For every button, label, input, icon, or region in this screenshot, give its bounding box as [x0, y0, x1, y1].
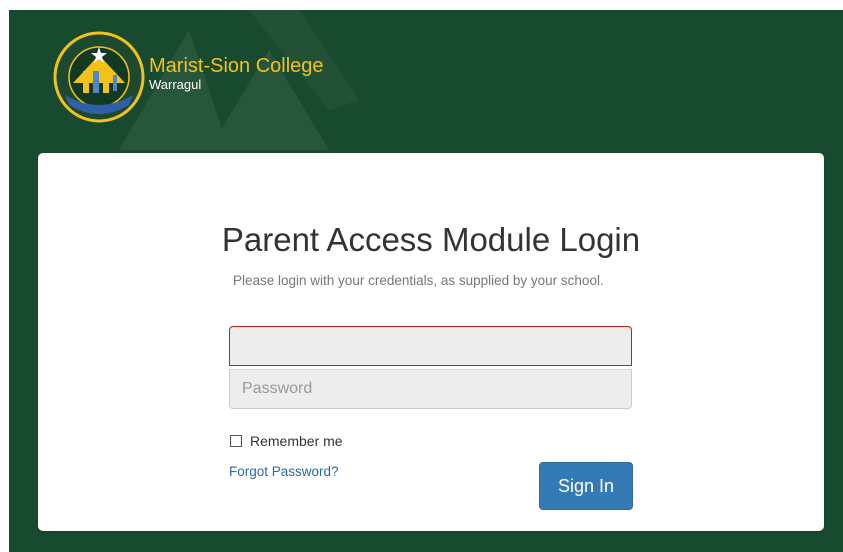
college-name: Marist-Sion College — [149, 55, 324, 77]
college-location: Warragul — [149, 77, 202, 92]
login-instructions: Please login with your credentials, as s… — [233, 273, 604, 288]
username-input[interactable] — [229, 326, 632, 366]
remember-me-option[interactable]: Remember me — [230, 433, 343, 449]
site-header: Marist-Sion College Warragul — [53, 22, 324, 132]
remember-me-label: Remember me — [250, 433, 343, 449]
college-crest-logo — [53, 31, 145, 123]
forgot-password-link[interactable]: Forgot Password? — [229, 464, 339, 479]
brand-text: Marist-Sion College Warragul — [149, 55, 324, 93]
login-card: Parent Access Module Login Please login … — [38, 153, 824, 531]
password-input[interactable] — [229, 369, 632, 409]
page-title: Parent Access Module Login — [221, 221, 641, 259]
sign-in-button[interactable]: Sign In — [539, 462, 633, 510]
remember-me-checkbox[interactable] — [230, 435, 242, 447]
